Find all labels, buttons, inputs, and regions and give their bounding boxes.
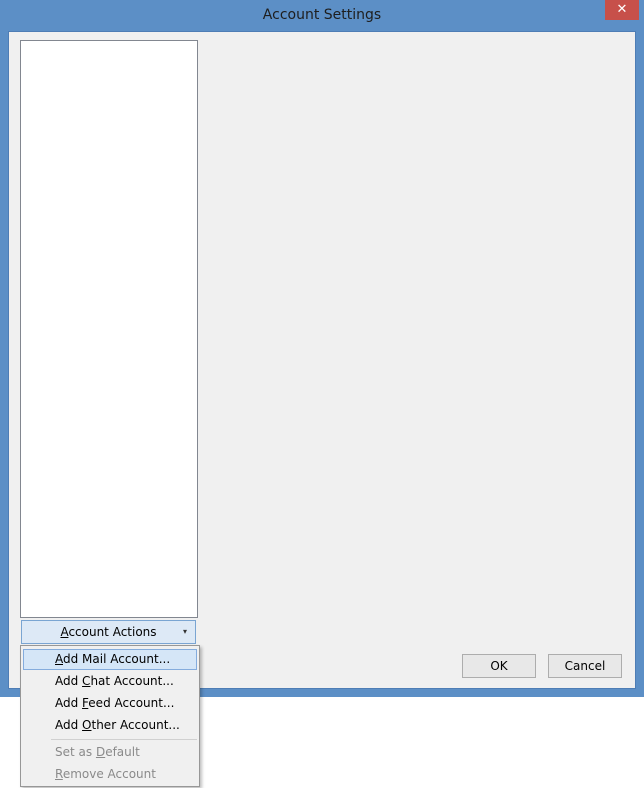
account-actions-menu: Add Mail Account... Add Chat Account... … — [20, 645, 200, 787]
account-tree[interactable] — [20, 40, 198, 618]
dialog-client-area: Account Actions ▾ OK Cancel — [8, 31, 636, 689]
account-actions-label: Account Actions — [60, 625, 157, 639]
account-settings-window: Account Settings ✕ Account Actions ▾ OK … — [0, 0, 644, 697]
menu-item-remove-account[interactable]: Remove Account — [23, 764, 197, 785]
cancel-button[interactable]: Cancel — [548, 654, 622, 678]
close-icon: ✕ — [616, 2, 628, 17]
menu-item-add-other-account[interactable]: Add Other Account... — [23, 715, 197, 736]
dropdown-arrow-icon: ▾ — [182, 627, 187, 636]
menu-item-add-mail-account[interactable]: Add Mail Account... — [23, 649, 197, 670]
ok-button[interactable]: OK — [462, 654, 536, 678]
account-actions-button[interactable]: Account Actions ▾ — [21, 620, 196, 644]
title-bar[interactable]: Account Settings ✕ — [0, 0, 644, 31]
menu-separator — [51, 739, 197, 740]
menu-item-add-chat-account[interactable]: Add Chat Account... — [23, 671, 197, 692]
close-button[interactable]: ✕ — [605, 0, 639, 20]
menu-item-set-as-default[interactable]: Set as Default — [23, 742, 197, 763]
window-title: Account Settings — [262, 7, 382, 23]
menu-item-add-feed-account[interactable]: Add Feed Account... — [23, 693, 197, 714]
